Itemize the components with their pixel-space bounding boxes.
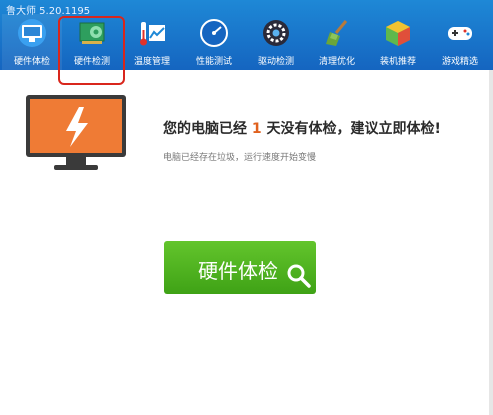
nav-performance-test[interactable]: 性能测试	[184, 14, 244, 70]
prompt-text-start: 您的电脑已经	[163, 121, 247, 137]
nav-label: 装机推荐	[379, 57, 416, 67]
nav-driver-detect[interactable]: 驱动检测	[246, 14, 306, 70]
nav-label: 清理优化	[318, 57, 355, 67]
gear-driver-icon	[263, 20, 289, 46]
start-checkup-button[interactable]: 硬件体检	[164, 241, 316, 294]
nav-label: 温度管理	[133, 57, 170, 67]
nav-label: 性能测试	[195, 57, 232, 67]
nav-hardware-checkup[interactable]: 硬件体检	[2, 14, 62, 70]
checkup-prompt: 您的电脑已经 1 天没有体检，建议立即体检!	[163, 118, 441, 138]
thermometer-icon	[140, 22, 165, 46]
days-count: 1	[251, 121, 262, 137]
speedometer-icon	[200, 19, 228, 47]
highlight-box	[58, 16, 125, 85]
checkup-subtitle: 电脑已经存在垃圾，运行速度开始变慢	[163, 153, 317, 163]
cube-icon	[386, 21, 410, 46]
window-edge	[489, 70, 493, 415]
nav-build-recommend[interactable]: 装机推荐	[368, 14, 428, 70]
search-icon	[287, 264, 311, 288]
nav-temperature[interactable]: 温度管理	[122, 14, 182, 70]
monitor-check-icon	[18, 19, 46, 47]
nav-label: 硬件体检	[13, 57, 50, 67]
nav-game-picks[interactable]: 游戏精选	[430, 14, 490, 70]
nav-cleanup[interactable]: 清理优化	[307, 14, 367, 70]
gamepad-icon	[448, 27, 472, 40]
nav-label: 游戏精选	[441, 57, 478, 67]
prompt-text-end: 天没有体检，建议立即体检!	[266, 121, 441, 137]
nav-label: 驱动检测	[257, 57, 294, 67]
broom-icon	[326, 20, 348, 46]
monitor-warning-icon	[26, 95, 126, 170]
start-checkup-label: 硬件体检	[198, 259, 278, 283]
